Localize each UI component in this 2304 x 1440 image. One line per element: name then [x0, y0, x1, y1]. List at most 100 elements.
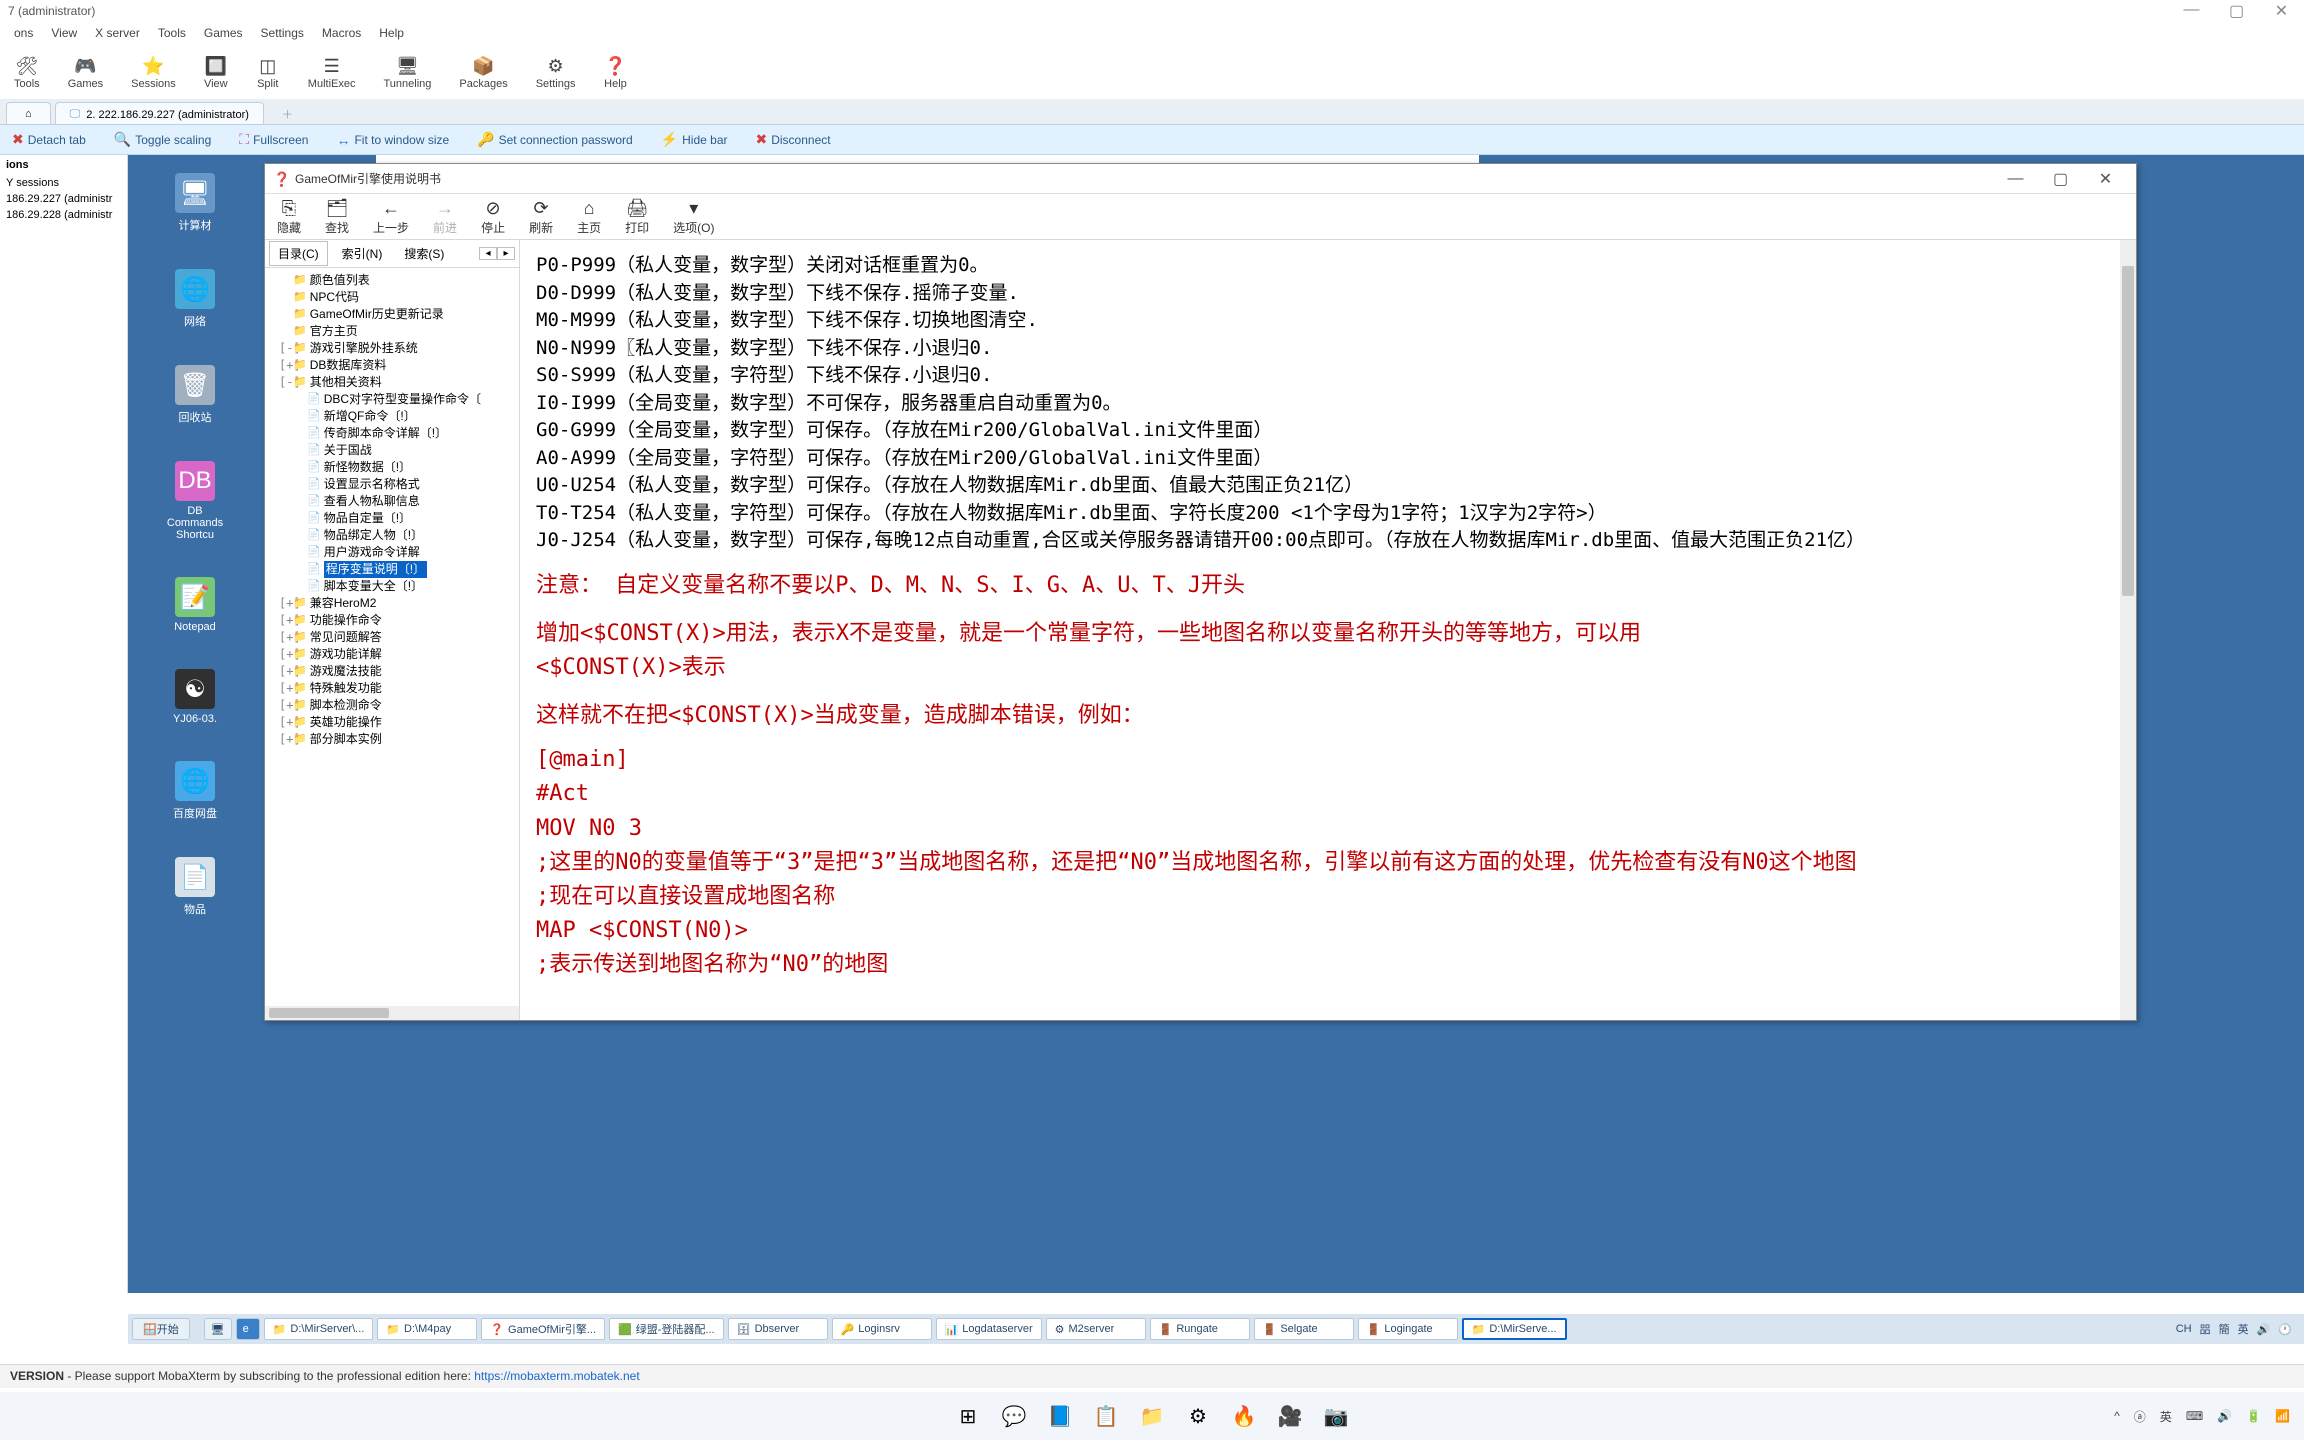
- tree-node[interactable]: [+]📁DB数据库资料: [279, 357, 517, 374]
- desktop-icon-回收站[interactable]: 🗑回收站: [165, 365, 225, 425]
- chm-tb-打印[interactable]: 🖨打印: [625, 198, 649, 235]
- nav-prev[interactable]: ◂: [479, 247, 497, 260]
- chm-tb-选项(O)[interactable]: ▾选项(O): [673, 198, 714, 235]
- tree-node[interactable]: 📄用户游戏命令详解: [279, 544, 517, 561]
- tree-node[interactable]: [+]📁部分脚本实例: [279, 731, 517, 748]
- taskbar-item[interactable]: 🚪Logingate: [1358, 1318, 1458, 1340]
- tree-node[interactable]: 📄设置显示名称格式: [279, 476, 517, 493]
- chm-vscroll[interactable]: [2120, 240, 2136, 1020]
- tree-node[interactable]: [+]📁兼容HeroM2: [279, 595, 517, 612]
- tree-node[interactable]: 📄新增QF命令〔!〕: [279, 408, 517, 425]
- taskbar-item[interactable]: 🚪Selgate: [1254, 1318, 1354, 1340]
- host-taskbar-app[interactable]: 📁: [1136, 1400, 1168, 1432]
- desktop-icon-百度网盘[interactable]: 🌐百度网盘: [165, 761, 225, 821]
- action-fullscreen[interactable]: ⛶Fullscreen: [239, 131, 308, 148]
- taskbar-item[interactable]: 🟩绿盟-登陆器配...: [609, 1318, 724, 1340]
- taskbar-item[interactable]: ⚙M2server: [1046, 1318, 1146, 1340]
- tree-node[interactable]: [+]📁英雄功能操作: [279, 714, 517, 731]
- tree-node[interactable]: 📄关于国战: [279, 442, 517, 459]
- host-taskbar-app[interactable]: 💬: [998, 1400, 1030, 1432]
- host-tray-item[interactable]: ⌨: [2186, 1409, 2203, 1423]
- tree-node[interactable]: [+]📁特殊触发功能: [279, 680, 517, 697]
- host-taskbar-app[interactable]: ⚙: [1182, 1400, 1214, 1432]
- chm-nav-tab-1[interactable]: 索引(N): [334, 242, 391, 265]
- start-button[interactable]: 🪟 开始: [132, 1318, 190, 1340]
- toolbar-tools[interactable]: 🛠Tools: [14, 49, 40, 95]
- tray-item[interactable]: CH: [2176, 1323, 2192, 1335]
- host-tray-item[interactable]: 📶: [2275, 1409, 2290, 1423]
- tree-node[interactable]: 📁颜色值列表: [279, 272, 517, 289]
- tree-node[interactable]: 📄DBC对字符型变量操作命令〔: [279, 391, 517, 408]
- close-button[interactable]: ✕: [2259, 1, 2304, 21]
- chm-content[interactable]: P0-P999（私人变量，数字型）关闭对话框重置为0。 D0-D999（私人变量…: [520, 240, 2136, 1020]
- host-taskbar-app[interactable]: 🔥: [1228, 1400, 1260, 1432]
- tree-node[interactable]: 📄传奇脚本命令详解〔!〕: [279, 425, 517, 442]
- chm-maximize[interactable]: ▢: [2038, 169, 2083, 189]
- menu-view[interactable]: View: [51, 26, 77, 40]
- quicklaunch-2[interactable]: e: [236, 1318, 260, 1340]
- toolbar-split[interactable]: ◫Split: [256, 49, 280, 95]
- chm-nav-tab-2[interactable]: 搜索(S): [396, 242, 452, 265]
- taskbar-item[interactable]: 🗄Dbserver: [728, 1318, 828, 1340]
- taskbar-item[interactable]: 🚪Rungate: [1150, 1318, 1250, 1340]
- tree-node[interactable]: 📄物品自定量〔!〕: [279, 510, 517, 527]
- menu-games[interactable]: Games: [204, 26, 243, 40]
- host-tray-item[interactable]: ^: [2114, 1409, 2120, 1423]
- host-taskbar-app[interactable]: ⊞: [952, 1400, 984, 1432]
- toolbar-tunneling[interactable]: 🖥Tunneling: [383, 49, 431, 95]
- host-taskbar-app[interactable]: 📋: [1090, 1400, 1122, 1432]
- chm-tree[interactable]: 📁颜色值列表📁NPC代码📁GameOfMir历史更新记录📁官方主页[-]📁游戏引…: [265, 268, 519, 1004]
- desktop-icon-计算材[interactable]: 🖥计算材: [165, 173, 225, 233]
- tray-item[interactable]: 🔊: [2257, 1323, 2271, 1336]
- minimize-button[interactable]: —: [2169, 1, 2214, 21]
- version-link[interactable]: https://mobaxterm.mobatek.net: [474, 1369, 639, 1383]
- desktop-icon-物品[interactable]: 📄物品: [165, 857, 225, 917]
- tree-node[interactable]: [+]📁游戏功能详解: [279, 646, 517, 663]
- host-taskbar-app[interactable]: 🎥: [1274, 1400, 1306, 1432]
- tree-node[interactable]: 📁NPC代码: [279, 289, 517, 306]
- desktop-icon-DB Commands Shortcu[interactable]: DBDB Commands Shortcu: [165, 461, 225, 541]
- action-fit-to-window-size[interactable]: ↔Fit to window size: [336, 132, 449, 148]
- tree-node[interactable]: [+]📁功能操作命令: [279, 612, 517, 629]
- tray-item[interactable]: 簡: [2219, 1321, 2230, 1337]
- desktop-icon-Notepad[interactable]: 📝Notepad: [165, 577, 225, 633]
- toolbar-help[interactable]: ❓Help: [603, 49, 627, 95]
- new-tab-button[interactable]: ＋: [268, 102, 307, 124]
- maximize-button[interactable]: ▢: [2214, 1, 2259, 21]
- host-tray-item[interactable]: 英: [2160, 1408, 2172, 1425]
- taskbar-item[interactable]: 📁D:\M4pay: [377, 1318, 477, 1340]
- tree-node[interactable]: 📄新怪物数据〔!〕: [279, 459, 517, 476]
- sidebar-item[interactable]: 186.29.228 (administr: [0, 207, 127, 223]
- chm-tb-隐藏[interactable]: ⎘隐藏: [277, 198, 301, 235]
- tree-node[interactable]: 📄查看人物私聊信息: [279, 493, 517, 510]
- taskbar-item[interactable]: ❓GameOfMir引擎...: [481, 1318, 605, 1340]
- tree-node[interactable]: [-]📁其他相关资料: [279, 374, 517, 391]
- desktop-icon-网络[interactable]: 🌐网络: [165, 269, 225, 329]
- session-tab[interactable]: 🖵2. 222.186.29.227 (administrator): [55, 102, 264, 124]
- chm-tb-上一步[interactable]: ←上一步: [373, 198, 409, 235]
- tree-node[interactable]: 📁GameOfMir历史更新记录: [279, 306, 517, 323]
- tray-item[interactable]: 🕐: [2278, 1323, 2292, 1336]
- tray-item[interactable]: 㗊: [2200, 1321, 2211, 1337]
- taskbar-item[interactable]: 📊Logdataserver: [936, 1318, 1042, 1340]
- host-taskbar-app[interactable]: 📘: [1044, 1400, 1076, 1432]
- sidebar-item[interactable]: Y sessions: [0, 175, 127, 191]
- action-toggle-scaling[interactable]: 🔍Toggle scaling: [114, 131, 212, 148]
- tray-item[interactable]: 英: [2238, 1321, 2249, 1337]
- taskbar-item[interactable]: 📁D:\MirServer\...: [264, 1318, 374, 1340]
- nav-next[interactable]: ▸: [497, 247, 515, 260]
- desktop-icon-YJ06-03.[interactable]: ☯YJ06-03.: [165, 669, 225, 725]
- chm-minimize[interactable]: —: [1993, 170, 2038, 188]
- quicklaunch-1[interactable]: 🖥: [204, 1318, 232, 1340]
- tree-node[interactable]: 📄物品绑定人物〔!〕: [279, 527, 517, 544]
- action-set-connection-password[interactable]: 🔑Set connection password: [477, 131, 633, 148]
- chm-tb-刷新[interactable]: ⟳刷新: [529, 198, 553, 235]
- toolbar-view[interactable]: 🔲View: [204, 49, 228, 95]
- taskbar-item[interactable]: 📁D:\MirServe...: [1462, 1318, 1567, 1340]
- chm-titlebar[interactable]: ❓ GameOfMir引擎使用说明书 — ▢ ✕: [265, 164, 2136, 194]
- tree-node[interactable]: [+]📁常见问题解答: [279, 629, 517, 646]
- menu-tools[interactable]: Tools: [158, 26, 186, 40]
- menu-settings[interactable]: Settings: [261, 26, 304, 40]
- action-hide-bar[interactable]: ⚡Hide bar: [661, 131, 728, 148]
- host-taskbar-app[interactable]: 📷: [1320, 1400, 1352, 1432]
